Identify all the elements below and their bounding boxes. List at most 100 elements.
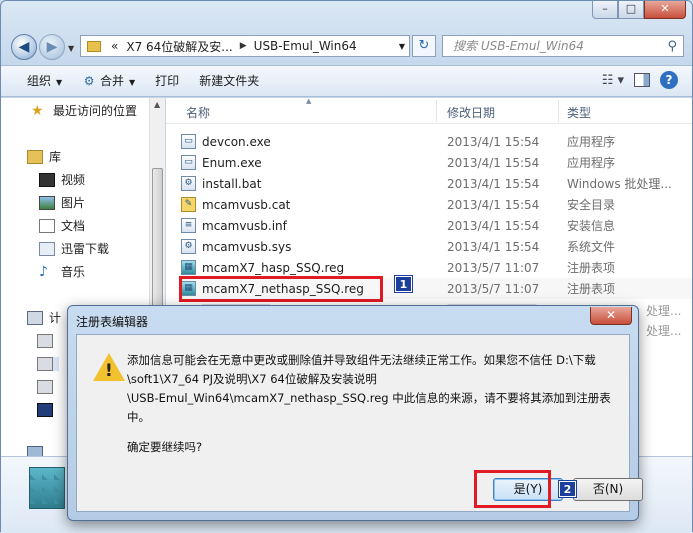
file-date: 2013/4/1 15:54	[447, 239, 540, 254]
nav-item-pictures[interactable]: 图片	[39, 194, 85, 211]
step-badge-2: 2	[558, 480, 577, 498]
drive-icon-3[interactable]	[37, 380, 59, 394]
nav-item-documents[interactable]: 文档	[39, 217, 85, 234]
registry-file-large-icon	[29, 467, 65, 509]
file-date: 2013/4/1 15:54	[447, 218, 540, 233]
nav-label: 文档	[61, 219, 86, 233]
cat-icon: ✎	[181, 197, 196, 212]
sys-icon: ⚙	[181, 239, 196, 254]
file-type: 注册表项	[567, 282, 616, 296]
forward-button[interactable]: ▶	[39, 34, 65, 60]
breadcrumb-overflow[interactable]: «	[107, 39, 122, 53]
warning-exclamation-icon: !	[105, 361, 113, 381]
explorer-window: – □ ✕ ◀ ▶ ▼ « X7 64位破解及安... ▶ USB-Emul_W…	[0, 0, 693, 533]
dialog-title: 注册表编辑器	[76, 315, 149, 329]
registry-editor-dialog: 注册表编辑器 ✕ ! 添加信息可能会在无意中更改或删除值并导致组件无法继续正常工…	[67, 305, 643, 521]
close-button[interactable]: ✕	[644, 1, 686, 19]
recent-places-icon: ★	[31, 102, 44, 119]
message-line: 添加信息可能会在无意中更改或删除值并导致组件无法继续正常工作。如果您不信任 D:…	[127, 353, 596, 367]
drive-icon-4[interactable]	[37, 403, 59, 417]
file-row[interactable]: ▦ mcamX7_hasp_SSQ.reg 2013/5/7 11:07 注册表…	[181, 257, 692, 278]
computer-icon	[27, 310, 43, 325]
file-name: mcamvusb.inf	[202, 218, 287, 233]
drive-icon-2[interactable]	[37, 357, 59, 371]
folder-icon	[87, 40, 101, 52]
command-bar: 组织 ▼ ⚙ 合并 ▼ 打印 新建文件夹 ☷ ▾ ?	[1, 65, 692, 97]
document-icon	[39, 218, 55, 233]
highlight-box-yes	[474, 470, 551, 508]
include-dropdown-icon: ▼	[129, 78, 136, 87]
organize-label: 组织	[27, 74, 52, 88]
exe-icon: ▭	[181, 155, 196, 170]
message-line: \soft1\X7_64 PJ及说明\X7 64位破解及安装说明	[127, 372, 377, 386]
file-date: 2013/4/1 15:54	[447, 155, 540, 170]
message-line: 中。	[127, 410, 150, 424]
print-button[interactable]: 打印	[145, 69, 189, 93]
file-name: Enum.exe	[202, 155, 262, 170]
breadcrumb-item-parent[interactable]: X7 64位破解及安...	[122, 38, 236, 55]
file-date: 2013/5/7 11:07	[447, 281, 540, 296]
breadcrumb-separator-icon[interactable]: ▶	[237, 41, 250, 51]
nav-item-recent[interactable]: ★ 最近访问的位置	[31, 102, 137, 119]
address-dropdown-icon[interactable]: ▼	[399, 42, 405, 51]
file-type: 注册表项	[567, 261, 616, 275]
refresh-button[interactable]: ↻	[412, 35, 436, 57]
library-icon	[27, 149, 43, 164]
breadcrumb-item-current[interactable]: USB-Emul_Win64	[250, 39, 361, 53]
scroll-up-icon[interactable]: ▲	[154, 100, 160, 109]
drive-icon-1[interactable]	[37, 334, 59, 348]
nav-label: 最近访问的位置	[53, 104, 138, 118]
step-badge-1: 1	[394, 275, 413, 293]
file-type: 安装信息	[567, 219, 616, 233]
nav-label: 计	[49, 311, 62, 325]
maximize-button[interactable]: □	[618, 1, 644, 19]
no-button[interactable]: 否(N)	[573, 478, 643, 501]
file-row[interactable]: ⚙ install.bat 2013/4/1 15:54 Windows 批处理…	[181, 173, 692, 194]
view-options-icon[interactable]: ☷ ▾	[602, 73, 624, 88]
dialog-confirm-question: 确定要继续吗?	[127, 440, 203, 454]
file-type: 安全目录	[567, 198, 616, 212]
nav-label: 视频	[61, 173, 86, 187]
nav-label: 音乐	[61, 265, 86, 279]
dialog-close-button[interactable]: ✕	[590, 307, 632, 325]
nav-item-computer[interactable]: 计	[27, 309, 61, 326]
file-row[interactable]: ⚙ mcamvusb.sys 2013/4/1 15:54 系统文件	[181, 236, 692, 257]
file-date: 2013/4/1 15:54	[447, 176, 540, 191]
download-folder-icon	[39, 241, 55, 256]
column-header-date[interactable]: 修改日期	[447, 104, 495, 121]
column-header-name[interactable]: 名称	[186, 104, 210, 121]
recent-pages-dropdown-icon[interactable]: ▼	[68, 44, 74, 53]
search-icon[interactable]: ⚲	[667, 37, 677, 57]
nav-item-videos[interactable]: 视频	[39, 171, 85, 188]
file-row[interactable]: ≡ mcamvusb.inf 2013/4/1 15:54 安装信息	[181, 215, 692, 236]
include-button[interactable]: ⚙ 合并 ▼	[72, 69, 145, 93]
search-placeholder: 搜索 USB-Emul_Win64	[453, 39, 584, 53]
preview-pane-icon[interactable]	[634, 73, 650, 87]
address-bar[interactable]: « X7 64位破解及安... ▶ USB-Emul_Win64 ▼	[80, 35, 410, 57]
file-date: 2013/4/1 15:54	[447, 134, 540, 149]
minimize-button[interactable]: –	[592, 1, 618, 19]
nav-item-xunlei[interactable]: 迅雷下载	[39, 240, 109, 257]
file-date: 2013/5/7 11:07	[447, 260, 540, 275]
message-line: \USB-Emul_Win64\mcamX7_nethasp_SSQ.reg 中…	[127, 391, 611, 405]
nav-item-music[interactable]: ♪ 音乐	[39, 263, 85, 280]
file-row[interactable]: ▭ Enum.exe 2013/4/1 15:54 应用程序	[181, 152, 692, 173]
nav-label: 迅雷下载	[61, 242, 110, 256]
sort-ascending-icon: ▲	[306, 97, 312, 105]
back-button[interactable]: ◀	[11, 34, 37, 60]
file-name: mcamvusb.cat	[202, 197, 291, 212]
file-row[interactable]: ▭ devcon.exe 2013/4/1 15:54 应用程序	[181, 131, 692, 152]
file-name: install.bat	[202, 176, 262, 191]
search-input[interactable]: 搜索 USB-Emul_Win64 ⚲	[442, 35, 684, 57]
help-icon[interactable]: ?	[660, 71, 678, 89]
file-date: 2013/4/1 15:54	[447, 197, 540, 212]
inf-icon: ≡	[181, 218, 196, 233]
view-controls: ☷ ▾ ?	[602, 71, 678, 89]
file-row[interactable]: ✎ mcamvusb.cat 2013/4/1 15:54 安全目录	[181, 194, 692, 215]
nav-label: 图片	[61, 196, 86, 210]
obscured-type: 处理...	[646, 304, 682, 318]
column-header-type[interactable]: 类型	[567, 104, 591, 121]
new-folder-button[interactable]: 新建文件夹	[189, 69, 269, 93]
organize-button[interactable]: 组织 ▼	[17, 69, 72, 93]
nav-item-libraries[interactable]: 库	[27, 148, 61, 165]
